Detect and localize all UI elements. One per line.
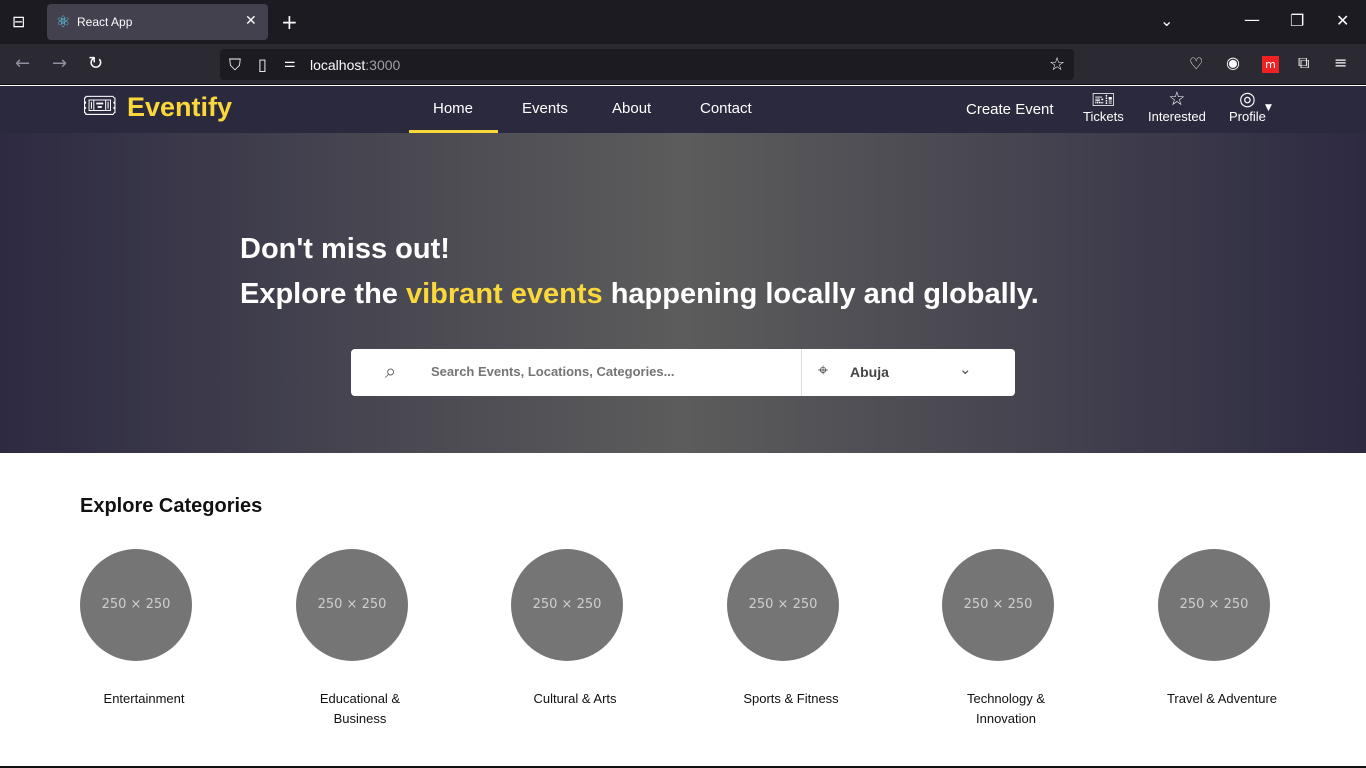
permissions-icon[interactable]: ⚌ <box>284 57 296 70</box>
forward-icon[interactable]: → <box>52 55 67 73</box>
interested-label: Interested <box>1148 109 1206 124</box>
close-window-icon[interactable]: ✕ <box>1336 13 1349 29</box>
back-icon[interactable]: ← <box>15 55 30 73</box>
profile-label: Profile <box>1229 109 1266 124</box>
category-item[interactable]: 250 × 250 Travel & Adventure <box>1132 549 1312 709</box>
browser-tab[interactable]: ⚛ React App ✕ <box>47 4 268 40</box>
search-icon: ⌕ <box>385 359 397 383</box>
minimize-icon[interactable]: — <box>1244 12 1260 28</box>
section-title: Explore Categories <box>80 495 263 517</box>
nav-home[interactable]: Home <box>433 100 473 117</box>
tab-title: React App <box>77 15 133 29</box>
category-image: 250 × 250 <box>80 549 192 661</box>
category-label: Technology & Innovation <box>966 691 1046 726</box>
restore-icon[interactable]: ❐ <box>1290 13 1304 29</box>
chevron-down-icon[interactable]: ⌄ <box>1160 13 1173 29</box>
browser-tab-bar: ⊟ ⚛ React App ✕ + ⌄ — ❐ ✕ <box>0 0 1366 44</box>
category-label: Cultural & Arts <box>533 691 617 706</box>
caret-down-icon[interactable]: ▼ <box>1265 104 1272 113</box>
reload-icon[interactable]: ↻ <box>88 55 103 73</box>
menu-icon[interactable]: ≡ <box>1334 55 1347 71</box>
category-item[interactable]: 250 × 250 Entertainment <box>54 549 234 709</box>
extensions-puzzle-icon[interactable]: ⧉ <box>1298 55 1309 71</box>
category-item[interactable]: 250 × 250 Technology & Innovation <box>916 549 1096 729</box>
nav-contact[interactable]: Contact <box>700 100 752 117</box>
category-label: Educational & Business <box>319 691 401 726</box>
bookmark-star-icon[interactable]: ☆ <box>1049 56 1065 74</box>
category-label: Entertainment <box>103 691 185 706</box>
category-image: 250 × 250 <box>511 549 623 661</box>
category-label: Travel & Adventure <box>1166 691 1278 706</box>
hero-banner: Don't miss out! Explore the vibrant even… <box>0 133 1366 453</box>
site-navbar: 🎟︎ Eventify Home Events About Contact Cr… <box>0 86 1366 133</box>
category-label: Sports & Fitness <box>743 691 839 706</box>
search-input[interactable] <box>431 364 781 379</box>
logo[interactable]: Eventify <box>127 92 232 123</box>
page-icon: ▯ <box>258 55 267 74</box>
chevron-down-icon[interactable]: ⌄ <box>959 362 972 377</box>
divider <box>801 349 802 396</box>
create-event-link[interactable]: Create Event <box>966 101 1054 118</box>
tickets-button[interactable]: 🎫︎ Tickets <box>1083 88 1124 124</box>
location-pin-icon: ⌖ <box>818 360 829 381</box>
interested-button[interactable]: ☆ Interested <box>1148 88 1206 124</box>
category-image: 250 × 250 <box>942 549 1054 661</box>
user-circle-icon: ◎ <box>1239 89 1256 110</box>
extension-icon[interactable]: m <box>1262 56 1279 73</box>
new-tab-icon[interactable]: + <box>281 12 298 32</box>
address-bar[interactable]: ⛉ ▯ ⚌ localhost:3000 ☆ <box>220 49 1074 80</box>
hero-subheading: Explore the vibrant events happening loc… <box>240 278 1039 310</box>
category-item[interactable]: 250 × 250 Educational & Business <box>270 549 450 729</box>
star-icon: ☆ <box>1168 89 1186 110</box>
location-select[interactable]: Abuja <box>850 364 889 380</box>
category-image: 250 × 250 <box>1158 549 1270 661</box>
hero-heading: Don't miss out! <box>240 233 450 265</box>
shield-icon[interactable]: ⛉ <box>229 57 241 73</box>
close-tab-icon[interactable]: ✕ <box>245 14 257 28</box>
react-favicon-icon: ⚛ <box>56 12 71 31</box>
pocket-icon[interactable]: ♡ <box>1189 56 1203 72</box>
category-image: 250 × 250 <box>296 549 408 661</box>
search-bar: ⌕ ⌖ Abuja ⌄ <box>351 349 1015 396</box>
category-image: 250 × 250 <box>727 549 839 661</box>
tab-list-icon[interactable]: ⊟ <box>12 14 25 30</box>
navigation-toolbar: ← → ↻ ⛉ ▯ ⚌ localhost:3000 ☆ ♡ ◉ m ⧉ ≡ <box>0 44 1366 85</box>
tickets-label: Tickets <box>1083 109 1124 124</box>
nav-events[interactable]: Events <box>522 100 568 117</box>
profile-button[interactable]: ◎ Profile <box>1229 88 1266 124</box>
ticket-logo-icon: 🎟︎ <box>82 89 118 122</box>
category-item[interactable]: 250 × 250 Sports & Fitness <box>701 549 881 709</box>
ticket-icon: 🎫︎ <box>1091 90 1116 111</box>
url-text: localhost:3000 <box>310 57 401 73</box>
category-item[interactable]: 250 × 250 Cultural & Arts <box>485 549 665 709</box>
nav-about[interactable]: About <box>612 100 651 117</box>
account-icon[interactable]: ◉ <box>1226 55 1240 71</box>
